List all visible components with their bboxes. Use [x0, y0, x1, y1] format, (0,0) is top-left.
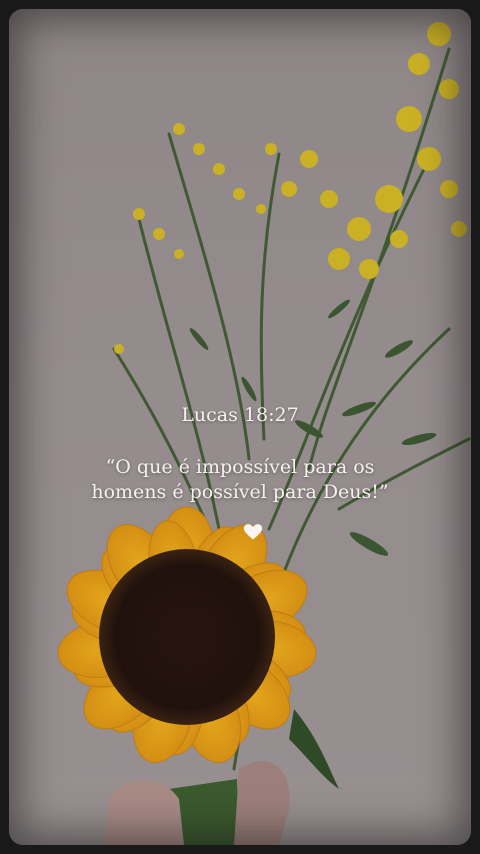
sunflower-photo	[9, 9, 471, 845]
verse-quote: “O que é impossível para os homens é pos…	[0, 455, 480, 505]
verse-quote-line-2: homens é possível para Deus!”	[91, 481, 389, 503]
verse-quote-line-1: “O que é impossível para os	[105, 456, 375, 478]
photo-illustration	[57, 22, 471, 845]
heart-icon	[243, 524, 263, 540]
verse-reference: Lucas 18:27	[181, 404, 299, 426]
story-frame: Lucas 18:27 “O que é impossível para os …	[0, 0, 480, 854]
